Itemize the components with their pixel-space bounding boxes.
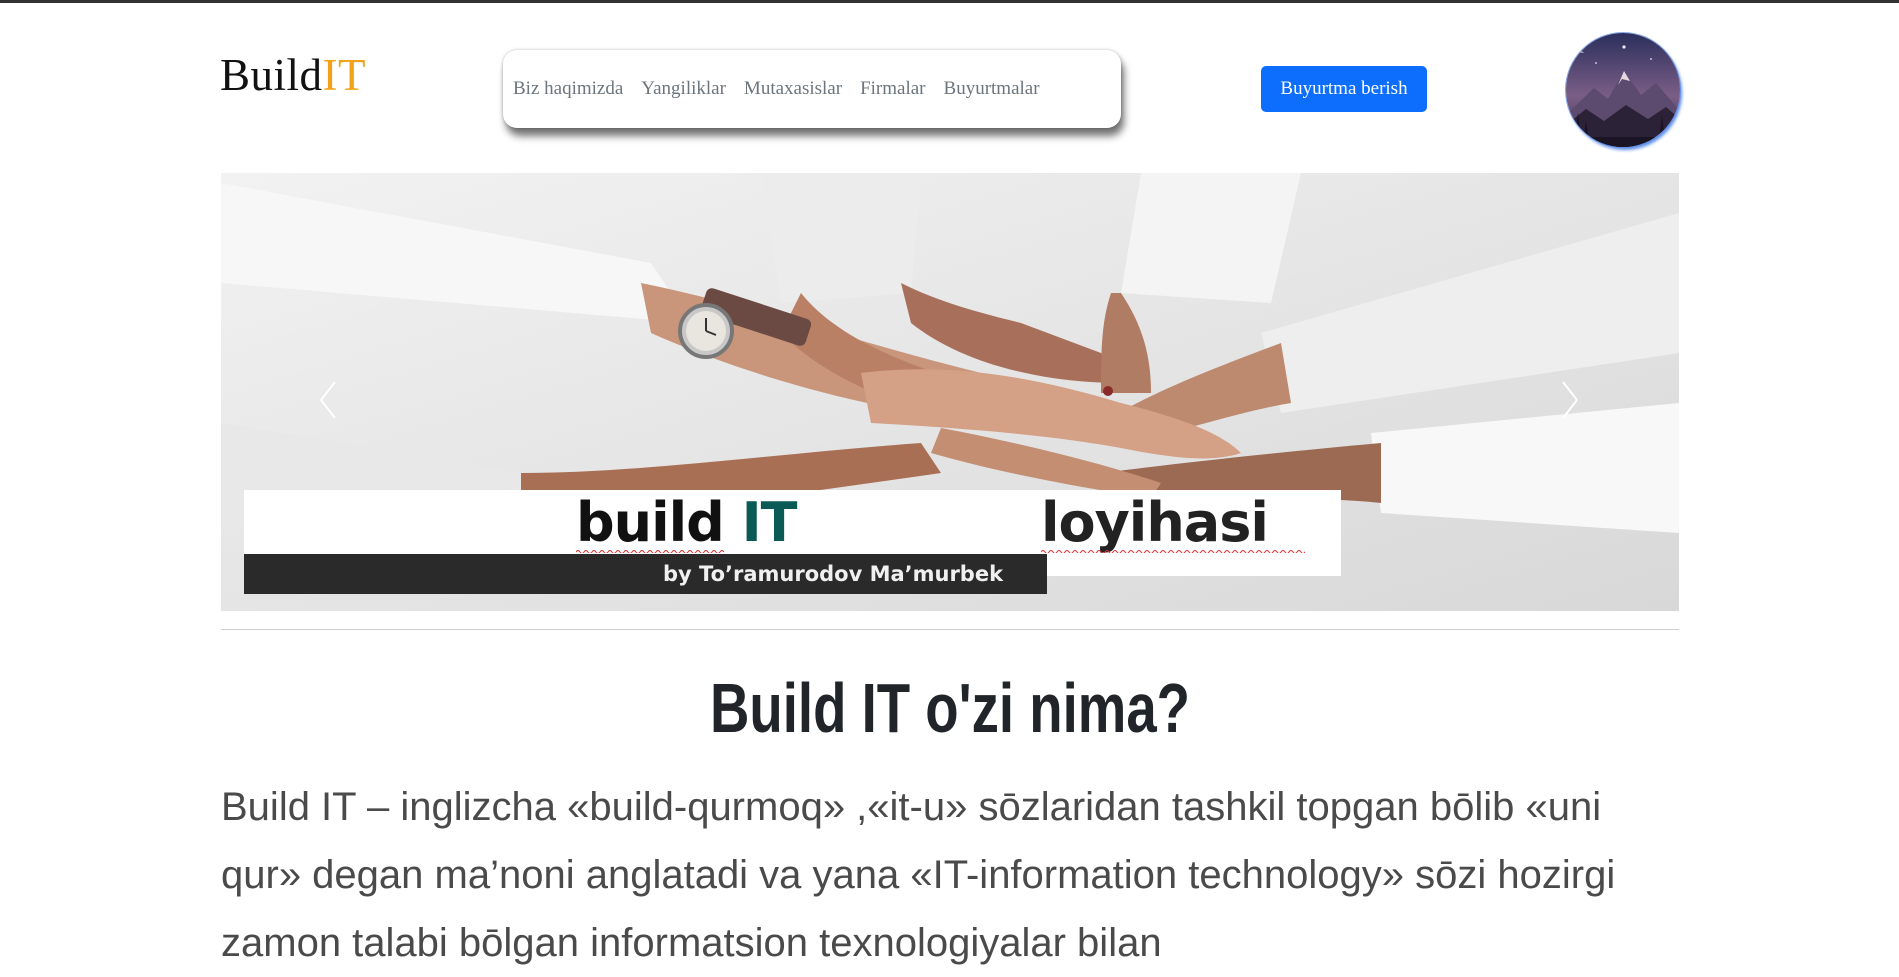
avatar[interactable] bbox=[1566, 33, 1680, 147]
banner-title-build: build IT bbox=[576, 496, 798, 550]
main-nav: Biz haqimizda Yangiliklar Mutaxasislar F… bbox=[503, 50, 1121, 128]
hero-carousel: build IT loyihasi by To’ramurodov Ma’mur… bbox=[221, 173, 1679, 611]
order-button[interactable]: Buyurtma berish bbox=[1261, 66, 1427, 112]
intro-paragraph: Build IT – inglizcha «build-qurmoq» ,«it… bbox=[221, 785, 1616, 965]
chevron-left-icon[interactable] bbox=[317, 378, 339, 422]
banner-title-loyihasi: loyihasi bbox=[1041, 491, 1269, 554]
chevron-right-icon[interactable] bbox=[1559, 378, 1581, 422]
nav-item-mutaxasislar[interactable]: Mutaxasislar bbox=[744, 78, 842, 100]
mountain-landscape-avatar-icon bbox=[1566, 33, 1680, 147]
brand-logo-part1: Build bbox=[220, 50, 323, 100]
banner-byline: by To’ramurodov Ma’murbek bbox=[663, 562, 1004, 586]
nav-item-buyurtmalar[interactable]: Buyurtmalar bbox=[944, 78, 1040, 100]
spellcheck-underline bbox=[1041, 550, 1305, 553]
nav-item-yangiliklar[interactable]: Yangiliklar bbox=[641, 78, 726, 100]
nav-item-biz-haqimizda[interactable]: Biz haqimizda bbox=[513, 78, 623, 100]
section-divider bbox=[221, 629, 1679, 630]
banner-title-build-text: build bbox=[576, 491, 725, 554]
brand-logo-part2: IT bbox=[322, 50, 367, 100]
nav-item-firmalar[interactable]: Firmalar bbox=[860, 78, 925, 100]
page-title: Build IT o'zi nima? bbox=[709, 669, 1191, 747]
spellcheck-underline bbox=[576, 550, 724, 553]
brand-logo[interactable]: BuildIT bbox=[220, 53, 366, 98]
banner-title-it-text: IT bbox=[741, 491, 798, 554]
